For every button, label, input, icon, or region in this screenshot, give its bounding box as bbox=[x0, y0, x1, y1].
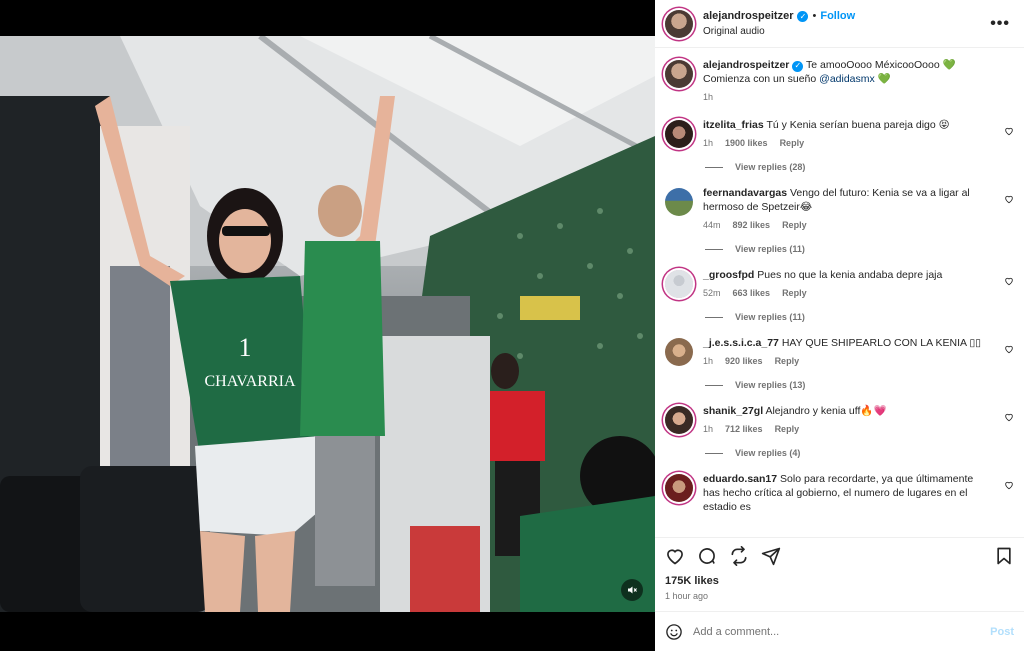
comment-username[interactable]: feernandavargas bbox=[703, 187, 787, 199]
comment-time[interactable]: 44m bbox=[703, 220, 721, 230]
reply-button[interactable]: Reply bbox=[782, 220, 807, 230]
divider-line bbox=[705, 316, 723, 318]
heart-icon[interactable] bbox=[665, 546, 685, 566]
post-header: alejandrospeitzer ✓ • Follow Original au… bbox=[655, 0, 1024, 48]
comment-time[interactable]: 1h bbox=[703, 138, 713, 148]
comment-text: HAY QUE SHIPEARLO CON LA KENIA ▯▯ bbox=[781, 337, 981, 349]
view-replies-button[interactable]: View replies (4) bbox=[705, 448, 1014, 458]
comment-username[interactable]: eduardo.san17 bbox=[703, 473, 777, 485]
caption-line1: Te amooOooo MéxicooOooo 💚 bbox=[806, 59, 956, 71]
video-frame-illustration: 1 CHAVARRIA bbox=[0, 36, 655, 612]
comment-likes[interactable]: 663 likes bbox=[733, 288, 771, 298]
heart-icon[interactable] bbox=[1004, 480, 1014, 490]
comment-avatar[interactable] bbox=[665, 120, 693, 148]
comment-likes[interactable]: 712 likes bbox=[725, 424, 763, 434]
post-side-panel: alejandrospeitzer ✓ • Follow Original au… bbox=[655, 0, 1024, 651]
caption-mention[interactable]: @adidasmx bbox=[819, 73, 875, 85]
bookmark-icon[interactable] bbox=[994, 546, 1014, 566]
likes-count[interactable]: 175K likes bbox=[665, 573, 1014, 589]
comment-avatar[interactable] bbox=[665, 474, 693, 502]
author-avatar[interactable] bbox=[665, 9, 693, 38]
divider-line bbox=[705, 248, 723, 250]
emoji-icon[interactable] bbox=[665, 623, 683, 641]
view-replies-label: View replies (28) bbox=[735, 162, 806, 172]
comment-likes[interactable]: 892 likes bbox=[733, 220, 771, 230]
comments-list[interactable]: alejandrospeitzer ✓ Te amooOooo MéxicooO… bbox=[655, 48, 1024, 537]
divider-line bbox=[705, 384, 723, 386]
comment-avatar[interactable] bbox=[665, 406, 693, 434]
caption-line2-prefix: Comienza con un sueño bbox=[703, 73, 820, 85]
caption: alejandrospeitzer ✓ Te amooOooo MéxicooO… bbox=[665, 58, 1014, 102]
follow-button[interactable]: Follow bbox=[820, 9, 855, 24]
divider-line bbox=[705, 452, 723, 454]
comment-input[interactable] bbox=[693, 625, 991, 638]
more-options-icon[interactable]: ••• bbox=[986, 15, 1014, 33]
comment-item: eduardo.san17 Solo para recordarte, ya q… bbox=[665, 472, 1014, 514]
heart-icon[interactable] bbox=[1004, 344, 1014, 354]
view-replies-button[interactable]: View replies (11) bbox=[705, 244, 1014, 254]
reply-button[interactable]: Reply bbox=[775, 356, 800, 366]
heart-icon[interactable] bbox=[1004, 276, 1014, 286]
post-video[interactable]: 1 CHAVARRIA bbox=[0, 36, 655, 612]
comment-likes[interactable]: 920 likes bbox=[725, 356, 763, 366]
caption-avatar[interactable] bbox=[665, 60, 693, 88]
mute-button[interactable] bbox=[621, 579, 643, 601]
post-time[interactable]: 1 hour ago bbox=[665, 589, 1014, 603]
view-replies-label: View replies (13) bbox=[735, 380, 806, 390]
verified-badge-icon: ✓ bbox=[797, 10, 809, 22]
post-comment-button[interactable]: Post bbox=[990, 626, 1014, 638]
view-replies-label: View replies (11) bbox=[735, 244, 805, 254]
post-modal: 1 CHAVARRIA alejandrospeitzer ✓ • Follow… bbox=[0, 0, 1024, 651]
comment-username[interactable]: shanik_27gl bbox=[703, 405, 763, 417]
audio-label[interactable]: Original audio bbox=[703, 24, 986, 39]
media-area: 1 CHAVARRIA bbox=[0, 0, 655, 651]
view-replies-button[interactable]: View replies (11) bbox=[705, 312, 1014, 322]
view-replies-button[interactable]: View replies (13) bbox=[705, 380, 1014, 390]
comment-time[interactable]: 52m bbox=[703, 288, 721, 298]
reply-button[interactable]: Reply bbox=[775, 424, 800, 434]
comment-icon[interactable] bbox=[697, 546, 717, 566]
comment-username[interactable]: _groosfpd bbox=[703, 269, 754, 281]
author-username[interactable]: alejandrospeitzer bbox=[703, 9, 793, 24]
view-replies-label: View replies (11) bbox=[735, 312, 805, 322]
comment-avatar[interactable] bbox=[665, 270, 693, 298]
comment-item: _groosfpd Pues no que la kenia andaba de… bbox=[665, 268, 1014, 298]
verified-badge-icon: ✓ bbox=[792, 60, 804, 72]
heart-icon[interactable] bbox=[1004, 412, 1014, 422]
add-comment-bar: Post bbox=[655, 611, 1024, 651]
post-actions-bar bbox=[655, 537, 1024, 573]
mute-icon bbox=[628, 586, 637, 594]
caption-username[interactable]: alejandrospeitzer bbox=[703, 59, 789, 71]
comment-item: _j.e.s.s.i.c.a_77 HAY QUE SHIPEARLO CON … bbox=[665, 336, 1014, 366]
reply-button[interactable]: Reply bbox=[780, 138, 805, 148]
view-replies-button[interactable]: View replies (28) bbox=[705, 162, 1014, 172]
comment-item: itzelita_frias Tú y Kenia serían buena p… bbox=[665, 118, 1014, 148]
svg-text:CHAVARRIA: CHAVARRIA bbox=[205, 373, 296, 390]
comment-username[interactable]: itzelita_frias bbox=[703, 119, 764, 131]
send-icon[interactable] bbox=[761, 546, 781, 566]
divider-line bbox=[705, 166, 723, 168]
comment-time[interactable]: 1h bbox=[703, 356, 713, 366]
share-icon[interactable] bbox=[729, 545, 749, 566]
caption-line2-suffix: 💚 bbox=[874, 73, 891, 85]
comment-item: shanik_27gl Alejandro y kenia uff🔥💗 1h 7… bbox=[665, 404, 1014, 434]
comment-text: Tú y Kenia serían buena pareja digo 😝 bbox=[766, 119, 950, 131]
reply-button[interactable]: Reply bbox=[782, 288, 807, 298]
heart-icon[interactable] bbox=[1004, 194, 1014, 204]
heart-icon[interactable] bbox=[1004, 126, 1014, 136]
comment-avatar[interactable] bbox=[665, 338, 693, 366]
comment-text: Pues no que la kenia andaba depre jaja bbox=[757, 269, 943, 281]
caption-time[interactable]: 1h bbox=[703, 92, 713, 102]
comment-likes[interactable]: 1900 likes bbox=[725, 138, 768, 148]
comment-time[interactable]: 1h bbox=[703, 424, 713, 434]
comment-username[interactable]: _j.e.s.s.i.c.a_77 bbox=[703, 337, 779, 349]
view-replies-label: View replies (4) bbox=[735, 448, 801, 458]
comment-item: feernandavargas Vengo del futuro: Kenia … bbox=[665, 186, 1014, 230]
post-stats: 175K likes 1 hour ago bbox=[655, 573, 1024, 611]
dot-separator: • bbox=[812, 9, 817, 22]
comment-avatar[interactable] bbox=[665, 188, 693, 216]
svg-text:1: 1 bbox=[239, 333, 252, 362]
comment-text: Alejandro y kenia uff🔥💗 bbox=[765, 405, 887, 417]
author-info: alejandrospeitzer ✓ • Follow Original au… bbox=[703, 9, 986, 39]
